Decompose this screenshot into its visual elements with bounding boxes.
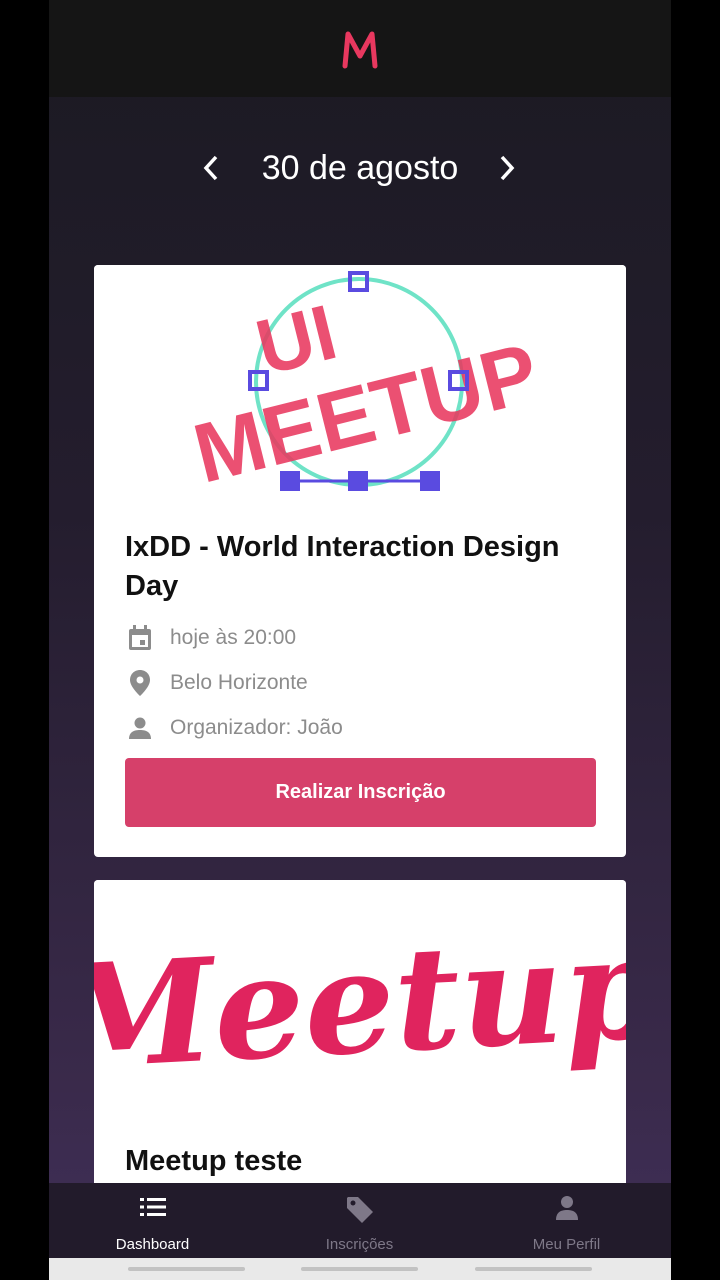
next-day-button[interactable] [487,146,527,190]
system-nav-handle[interactable] [128,1267,245,1271]
event-card[interactable]: UI MEETUP IxDD - World Interaction Desig… [94,265,626,857]
list-icon [49,1195,256,1225]
tab-label: Dashboard [115,1236,190,1253]
event-organizer-text: Organizador: João [170,716,343,739]
event-location-text: Belo Horizonte [170,671,308,694]
chevron-right-icon [500,155,515,181]
event-location-row: Belo Horizonte [125,667,308,699]
location-pin-icon [125,668,155,698]
current-date: 30 de agosto [261,149,459,187]
app-screen: 30 de agosto UI MEETUP IxDD - World Inte… [49,0,671,1280]
system-navigation-bar [49,1258,671,1280]
meetup-m-logo [342,31,378,69]
tag-icon [256,1195,463,1225]
event-title: IxDD - World Interaction Design Day [125,531,560,602]
person-icon [125,713,155,743]
date-navigator: 30 de agosto [49,142,671,194]
tab-dashboard[interactable]: Dashboard [49,1183,256,1258]
event-cover-image: Meetup [94,880,626,1120]
calendar-icon [125,623,155,653]
cover-text-meetup-script: Meetup [94,904,626,1102]
tab-label: Inscrições [325,1236,394,1253]
event-cover-image: UI MEETUP [94,265,626,495]
system-nav-handle[interactable] [301,1267,418,1271]
subscribe-button[interactable]: Realizar Inscrição [125,758,596,827]
tab-inscricoes[interactable]: Inscrições [256,1183,463,1258]
app-header [49,0,671,97]
event-organizer-row: Organizador: João [125,712,343,744]
event-title: Meetup teste [125,1145,303,1177]
system-nav-handle[interactable] [475,1267,592,1271]
bottom-tab-bar: Dashboard Inscrições Meu Perfil [49,1183,671,1258]
event-date-row: hoje às 20:00 [125,622,296,654]
tab-label: Meu Perfil [532,1236,601,1253]
event-date-text: hoje às 20:00 [170,626,297,649]
person-icon [463,1195,670,1225]
tab-meu-perfil[interactable]: Meu Perfil [463,1183,670,1258]
